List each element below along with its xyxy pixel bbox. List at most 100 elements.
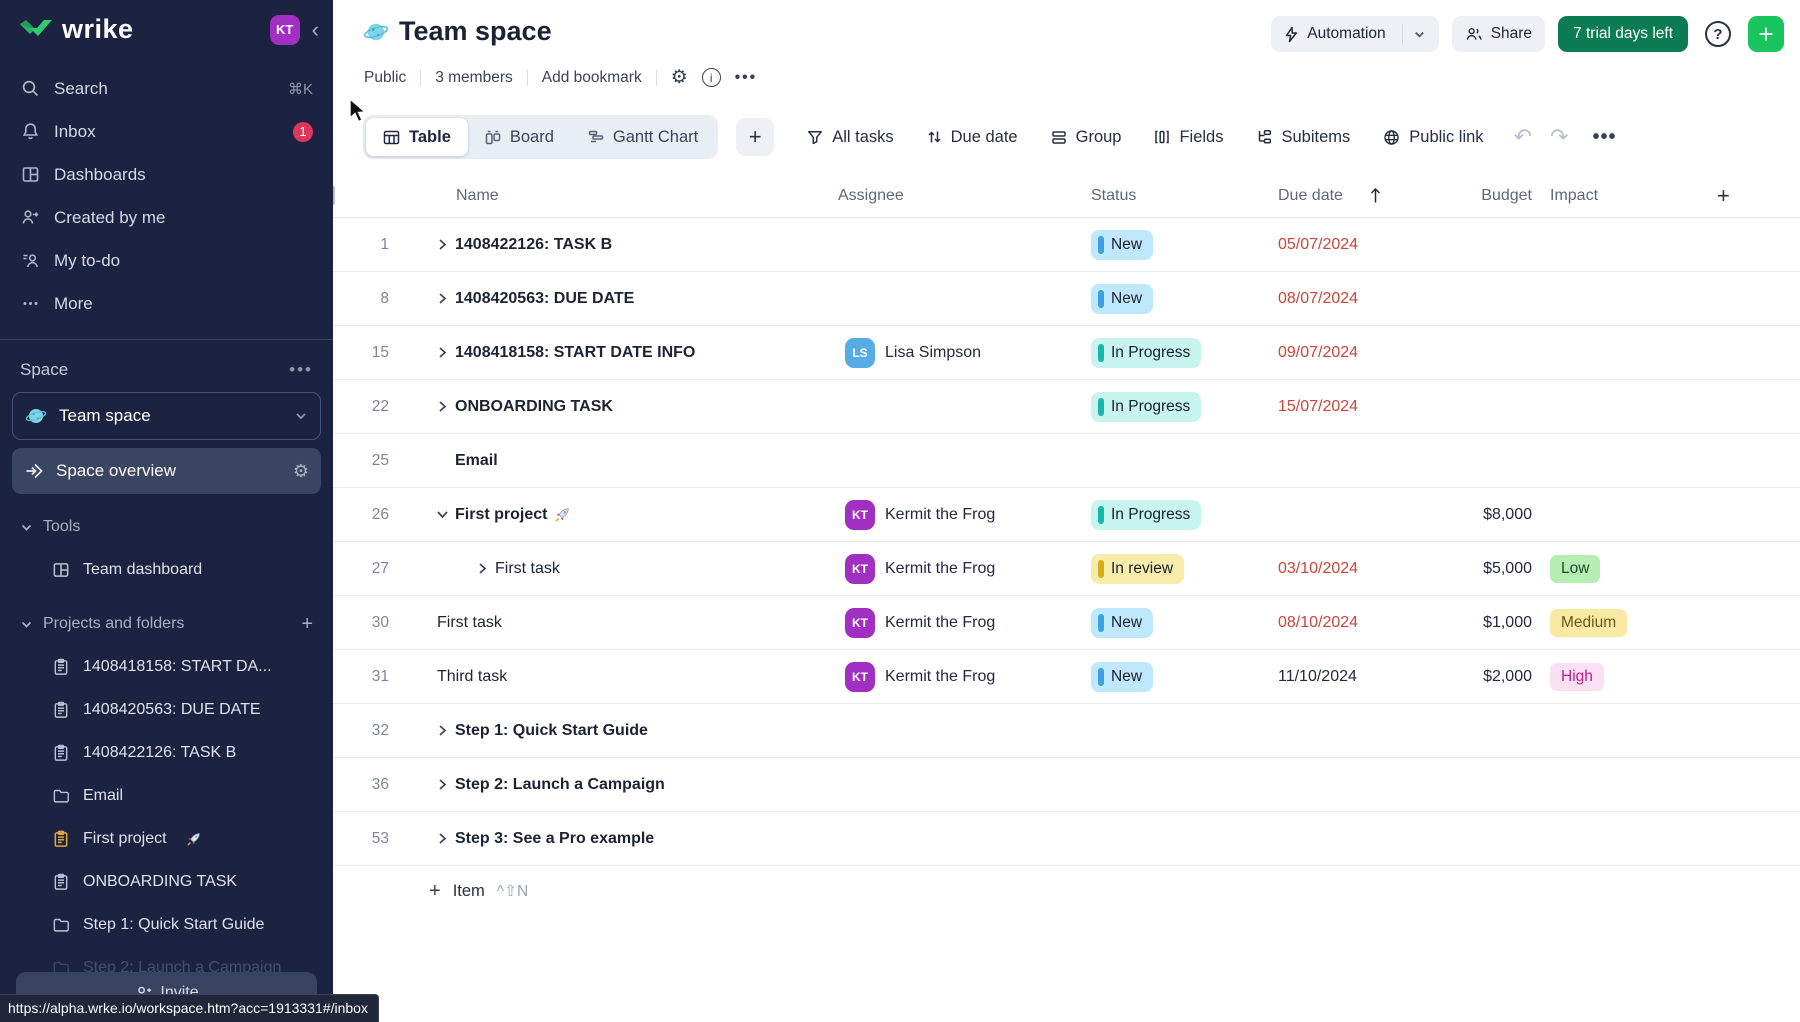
expand-chevron-icon[interactable] xyxy=(433,346,451,359)
due-date[interactable]: 08/10/2024 xyxy=(1274,614,1459,632)
tab-table[interactable]: Table xyxy=(366,118,468,156)
task-name[interactable]: Third task xyxy=(437,668,507,686)
toolbar-more-icon[interactable]: ••• xyxy=(1592,126,1616,149)
status-badge[interactable]: In Progress xyxy=(1091,500,1201,530)
expand-chevron-icon[interactable] xyxy=(433,292,451,305)
expand-chevron-icon[interactable] xyxy=(433,724,451,737)
table-row[interactable]: 26 First project KT Kermit the Frog In P… xyxy=(333,488,1800,542)
redo-icon[interactable]: ↷ xyxy=(1550,124,1568,150)
budget-value[interactable]: $8,000 xyxy=(1459,506,1539,524)
task-name[interactable]: Step 2: Launch a Campaign xyxy=(455,776,665,794)
tab-gantt-chart[interactable]: Gantt Chart xyxy=(571,118,715,156)
space-more-icon[interactable]: ••• xyxy=(289,360,313,380)
table-row[interactable]: 36 Step 2: Launch a Campaign xyxy=(333,758,1800,812)
task-name[interactable]: ONBOARDING TASK xyxy=(455,398,613,416)
table-row[interactable]: 15 1408418158: START DATE INFO LS Lisa S… xyxy=(333,326,1800,380)
add-view-button[interactable]: + xyxy=(736,118,774,156)
info-icon[interactable]: i xyxy=(702,68,721,87)
column-name[interactable]: Name xyxy=(423,187,838,205)
due-date[interactable]: 03/10/2024 xyxy=(1274,560,1459,578)
column-budget[interactable]: Budget xyxy=(1459,187,1539,205)
space-switcher[interactable]: Team space xyxy=(12,392,321,440)
sidebar-item-more[interactable]: More xyxy=(0,282,333,325)
sidebar-item-project[interactable]: 1408420563: DUE DATE xyxy=(0,688,333,731)
task-name[interactable]: First task xyxy=(495,560,560,578)
task-name[interactable]: Email xyxy=(455,452,498,470)
add-bookmark-link[interactable]: Add bookmark xyxy=(542,69,642,87)
collapse-chevron-icon[interactable] xyxy=(433,510,451,519)
undo-icon[interactable]: ↶ xyxy=(1514,124,1532,150)
status-badge[interactable]: New xyxy=(1091,230,1153,260)
expand-chevron-icon[interactable] xyxy=(433,238,451,251)
task-name[interactable]: First task xyxy=(437,614,502,632)
assignee-avatar[interactable]: KT xyxy=(845,662,875,692)
filter-button[interactable]: All tasks xyxy=(807,128,893,147)
add-project-icon[interactable]: + xyxy=(301,613,313,636)
column-due-date[interactable]: Due date xyxy=(1274,187,1459,205)
status-badge[interactable]: New xyxy=(1091,662,1153,692)
task-name[interactable]: 1408422126: TASK B xyxy=(455,236,612,254)
tab-board[interactable]: Board xyxy=(468,118,571,156)
budget-value[interactable]: $2,000 xyxy=(1459,668,1539,686)
task-name[interactable]: Step 3: See a Pro example xyxy=(455,830,654,848)
gear-icon[interactable]: ⚙ xyxy=(671,66,688,89)
status-badge[interactable]: In Progress xyxy=(1091,338,1201,368)
task-name[interactable]: 1408418158: START DATE INFO xyxy=(455,344,695,362)
gear-icon[interactable]: ⚙ xyxy=(293,461,309,482)
budget-value[interactable]: $1,000 xyxy=(1459,614,1539,632)
sidebar-item-created-by-me[interactable]: Created by me xyxy=(0,196,333,239)
sidebar-item-dashboards[interactable]: Dashboards xyxy=(0,153,333,196)
subitems-button[interactable]: Subitems xyxy=(1256,128,1350,147)
table-row[interactable]: 31 Third task KT Kermit the Frog New 11/… xyxy=(333,650,1800,704)
table-row[interactable]: 53 Step 3: See a Pro example xyxy=(333,812,1800,866)
more-actions-icon[interactable]: ••• xyxy=(735,69,757,87)
table-row[interactable]: 8 1408420563: DUE DATE New 08/07/2024 xyxy=(333,272,1800,326)
impact-badge[interactable]: Medium xyxy=(1550,609,1627,637)
due-date[interactable]: 09/07/2024 xyxy=(1274,344,1459,362)
assignee-avatar[interactable]: KT xyxy=(845,608,875,638)
select-all-checkbox[interactable] xyxy=(333,186,335,205)
status-badge[interactable]: In Progress xyxy=(1091,392,1201,422)
sidebar-item-project[interactable]: 1408418158: START DA... xyxy=(0,645,333,688)
table-row[interactable]: 27 First task KT Kermit the Frog In revi… xyxy=(333,542,1800,596)
column-status[interactable]: Status xyxy=(1091,187,1274,205)
expand-chevron-icon[interactable] xyxy=(433,832,451,845)
due-date[interactable]: 08/07/2024 xyxy=(1274,290,1459,308)
table-row[interactable]: 1 1408422126: TASK B New 05/07/2024 xyxy=(333,218,1800,272)
visibility-label[interactable]: Public xyxy=(364,69,406,87)
expand-chevron-icon[interactable] xyxy=(433,400,451,413)
assignee-avatar[interactable]: KT xyxy=(845,500,875,530)
group-button[interactable]: Group xyxy=(1051,128,1122,147)
fields-button[interactable]: Fields xyxy=(1154,128,1223,147)
due-date[interactable]: 11/10/2024 xyxy=(1274,668,1459,686)
sidebar-item-project[interactable]: ONBOARDING TASK xyxy=(0,860,333,903)
sidebar-item-space-overview[interactable]: Space overview ⚙ xyxy=(12,448,321,494)
status-badge[interactable]: New xyxy=(1091,284,1153,314)
create-new-button[interactable]: + xyxy=(1748,16,1784,52)
table-row[interactable]: 32 Step 1: Quick Start Guide xyxy=(333,704,1800,758)
members-label[interactable]: 3 members xyxy=(435,69,513,87)
column-assignee[interactable]: Assignee xyxy=(838,187,1091,205)
task-name[interactable]: First project xyxy=(455,506,547,524)
sidebar-item-my-todo[interactable]: My to-do xyxy=(0,239,333,282)
assignee-avatar[interactable]: LS xyxy=(845,338,875,368)
sort-button[interactable]: Due date xyxy=(927,128,1018,147)
trial-days-button[interactable]: 7 trial days left xyxy=(1558,16,1688,52)
projects-section-header[interactable]: Projects and folders + xyxy=(0,603,333,645)
task-name[interactable]: Step 1: Quick Start Guide xyxy=(455,722,648,740)
chevron-down-icon[interactable] xyxy=(1413,28,1426,41)
assignee-avatar[interactable]: KT xyxy=(845,554,875,584)
budget-value[interactable]: $5,000 xyxy=(1459,560,1539,578)
sidebar-item-folder[interactable]: Step 1: Quick Start Guide xyxy=(0,903,333,946)
tools-section-header[interactable]: Tools xyxy=(0,506,333,548)
expand-chevron-icon[interactable] xyxy=(473,562,491,575)
sidebar-item-folder[interactable]: Email xyxy=(0,774,333,817)
sidebar-item-search[interactable]: Search ⌘K xyxy=(0,67,333,110)
due-date[interactable]: 05/07/2024 xyxy=(1274,236,1459,254)
add-column-icon[interactable]: + xyxy=(1689,183,1800,209)
sidebar-item-project[interactable]: First project xyxy=(0,817,333,860)
table-row[interactable]: 25 Email xyxy=(333,434,1800,488)
status-badge[interactable]: In review xyxy=(1091,554,1184,584)
public-link-button[interactable]: Public link xyxy=(1383,128,1483,147)
add-item-button[interactable]: + Item ^⇧N xyxy=(333,866,1800,916)
